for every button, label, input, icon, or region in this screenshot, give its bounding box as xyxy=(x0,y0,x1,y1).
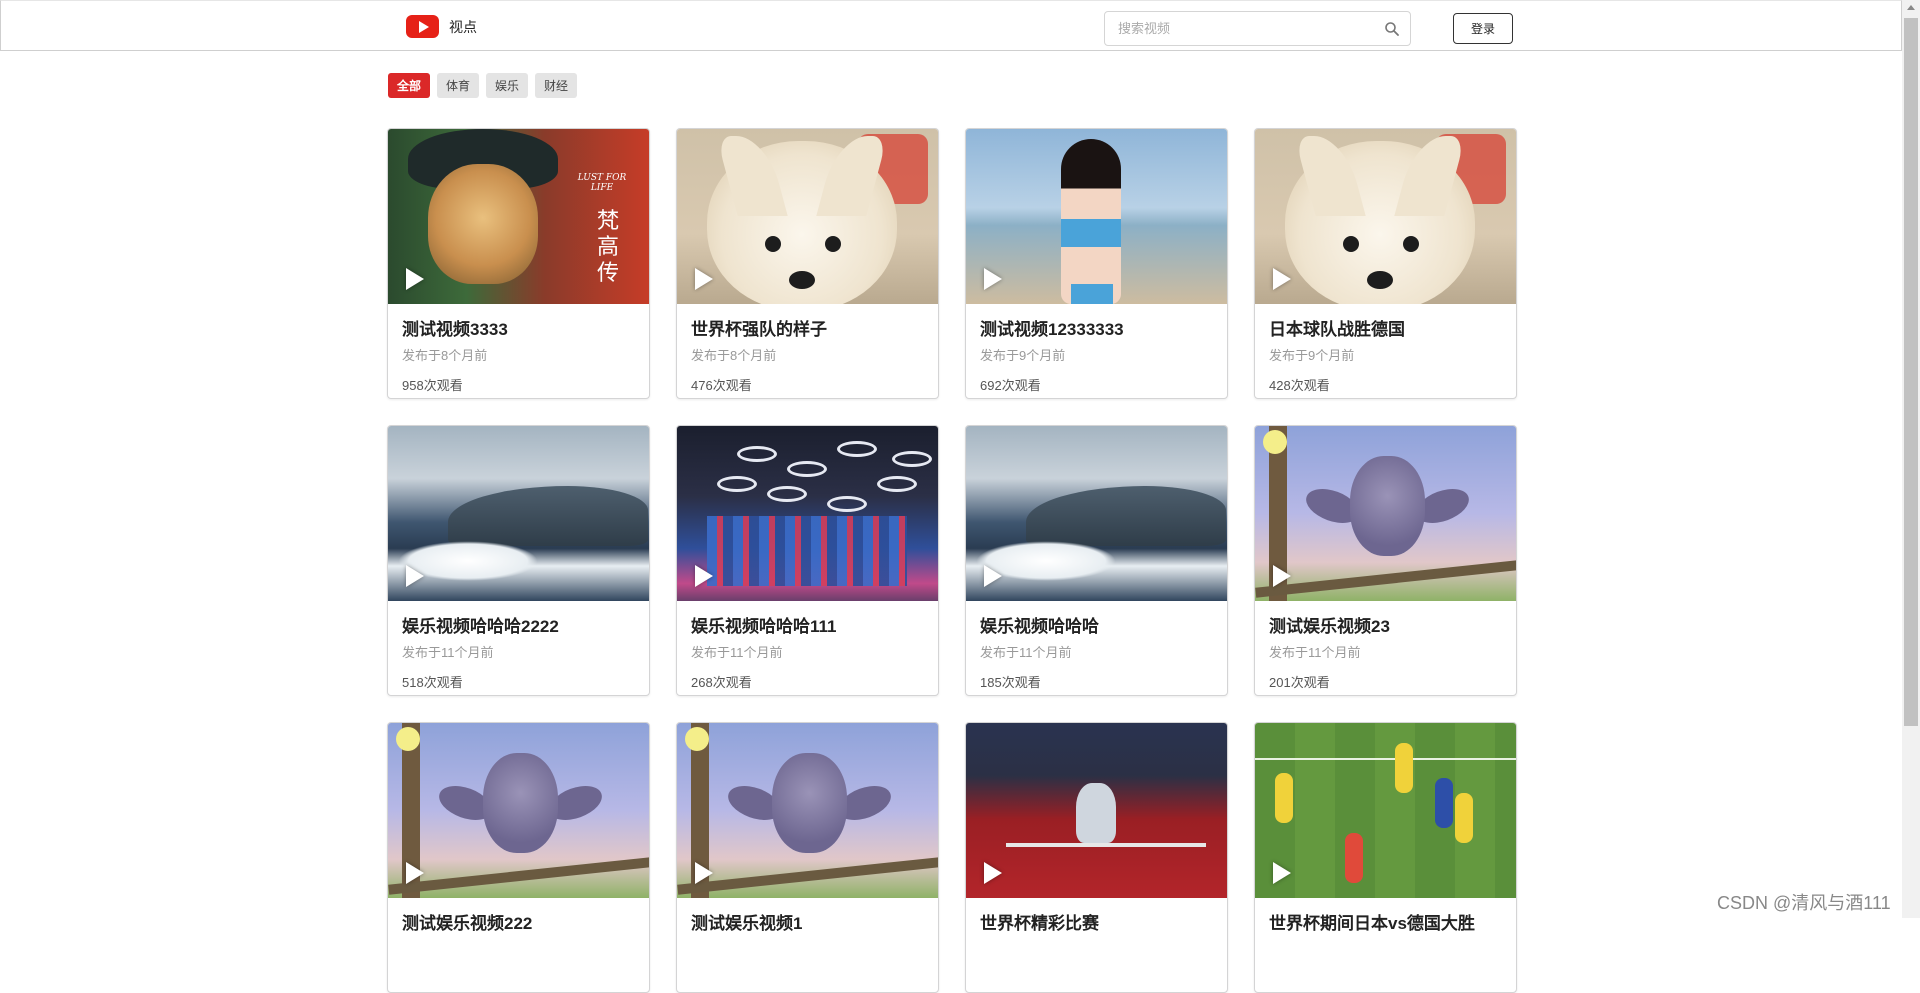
card-body: 测试娱乐视频23 发布于11个月前 201次观看 xyxy=(1255,601,1516,691)
video-thumbnail[interactable] xyxy=(677,129,938,304)
play-icon[interactable] xyxy=(695,268,713,290)
video-card[interactable]: 测试娱乐视频1 xyxy=(676,722,939,993)
video-grid: LUST FOR LIFE 梵高传 测试视频3333 发布于8个月前 958次观看 世界杯… xyxy=(387,128,1517,993)
video-card[interactable]: 测试娱乐视频222 xyxy=(387,722,650,993)
video-title[interactable]: 娱乐视频哈哈哈 xyxy=(980,612,1213,637)
video-thumbnail[interactable]: LUST FOR LIFE 梵高传 xyxy=(388,129,649,304)
video-published-time: 发布于11个月前 xyxy=(980,645,1072,660)
video-view-count: 268次观看 xyxy=(691,675,752,690)
video-published-time: 发布于9个月前 xyxy=(980,348,1066,363)
video-thumbnail[interactable] xyxy=(1255,129,1516,304)
video-thumbnail[interactable] xyxy=(1255,723,1516,898)
site-brand[interactable]: 视点 xyxy=(449,17,477,37)
video-title[interactable]: 世界杯期间日本vs德国大胜 xyxy=(1269,909,1502,934)
search-input[interactable] xyxy=(1105,12,1375,45)
card-body: 测试视频3333 发布于8个月前 958次观看 xyxy=(388,304,649,394)
card-body: 测试娱乐视频222 xyxy=(388,898,649,934)
login-button[interactable]: 登录 xyxy=(1453,13,1513,44)
video-title[interactable]: 测试娱乐视频1 xyxy=(691,909,924,934)
video-view-count: 185次观看 xyxy=(980,675,1041,690)
play-icon[interactable] xyxy=(695,862,713,884)
scroll-up-icon[interactable] xyxy=(1907,5,1915,10)
video-thumbnail[interactable] xyxy=(388,426,649,601)
play-icon[interactable] xyxy=(1273,565,1291,587)
card-body: 娱乐视频哈哈哈111 发布于11个月前 268次观看 xyxy=(677,601,938,691)
video-card[interactable]: 世界杯期间日本vs德国大胜 xyxy=(1254,722,1517,993)
video-card[interactable]: 测试视频12333333 发布于9个月前 692次观看 xyxy=(965,128,1228,399)
video-thumbnail[interactable] xyxy=(1255,426,1516,601)
video-title[interactable]: 测试视频12333333 xyxy=(980,315,1213,340)
card-body: 娱乐视频哈哈哈2222 发布于11个月前 518次观看 xyxy=(388,601,649,691)
video-published-time: 发布于11个月前 xyxy=(691,645,783,660)
video-title[interactable]: 世界杯强队的样子 xyxy=(691,315,924,340)
video-card[interactable]: LUST FOR LIFE 梵高传测试视频3333 发布于8个月前 958次观看 xyxy=(387,128,650,399)
video-published-time: 发布于9个月前 xyxy=(1269,348,1355,363)
video-view-count: 428次观看 xyxy=(1269,378,1330,393)
card-body: 测试娱乐视频1 xyxy=(677,898,938,934)
video-thumbnail[interactable] xyxy=(677,426,938,601)
play-icon[interactable] xyxy=(984,862,1002,884)
cover-chinese-title: 梵高传 xyxy=(597,209,620,286)
scrollbar-thumb[interactable] xyxy=(1904,18,1918,726)
play-icon[interactable] xyxy=(406,565,424,587)
video-view-count: 692次观看 xyxy=(980,378,1041,393)
tab-0[interactable]: 全部 xyxy=(388,73,431,98)
video-card[interactable]: 娱乐视频哈哈哈2222 发布于11个月前 518次观看 xyxy=(387,425,650,696)
card-body: 世界杯精彩比赛 xyxy=(966,898,1227,934)
video-card[interactable]: 世界杯精彩比赛 xyxy=(965,722,1228,993)
video-title[interactable]: 世界杯精彩比赛 xyxy=(980,909,1213,934)
play-icon[interactable] xyxy=(406,862,424,884)
video-thumbnail[interactable] xyxy=(966,426,1227,601)
video-view-count: 518次观看 xyxy=(402,675,463,690)
video-thumbnail[interactable] xyxy=(388,723,649,898)
video-title[interactable]: 日本球队战胜德国 xyxy=(1269,315,1502,340)
card-body: 测试视频12333333 发布于9个月前 692次观看 xyxy=(966,304,1227,394)
search-box xyxy=(1104,11,1411,46)
video-title[interactable]: 娱乐视频哈哈哈2222 xyxy=(402,612,635,637)
video-title[interactable]: 测试娱乐视频222 xyxy=(402,909,635,934)
tab-2[interactable]: 娱乐 xyxy=(486,73,529,98)
video-thumbnail[interactable] xyxy=(966,129,1227,304)
video-view-count: 958次观看 xyxy=(402,378,463,393)
play-icon[interactable] xyxy=(1273,268,1291,290)
video-title[interactable]: 娱乐视频哈哈哈111 xyxy=(691,612,924,637)
page-scrollbar[interactable] xyxy=(1902,0,1920,918)
card-body: 世界杯强队的样子发布于8个月前 476次观看 xyxy=(677,304,938,394)
play-icon[interactable] xyxy=(984,268,1002,290)
play-logo-icon[interactable] xyxy=(406,15,439,38)
play-icon[interactable] xyxy=(695,565,713,587)
video-card[interactable]: 世界杯强队的样子发布于8个月前 476次观看 xyxy=(676,128,939,399)
video-card[interactable]: 日本球队战胜德国发布于9个月前 428次观看 xyxy=(1254,128,1517,399)
video-view-count: 476次观看 xyxy=(691,378,752,393)
watermark-text: CSDN @清风与酒111 xyxy=(1717,893,1891,913)
video-card[interactable]: 娱乐视频哈哈哈发布于11个月前 185次观看 xyxy=(965,425,1228,696)
search-icon[interactable] xyxy=(1384,21,1400,37)
cover-english-title: LUST FOR LIFE xyxy=(577,173,627,193)
video-title[interactable]: 测试娱乐视频23 xyxy=(1269,612,1502,637)
video-published-time: 发布于11个月前 xyxy=(402,645,494,660)
category-tabs: 全部 体育 娱乐 财经 xyxy=(388,73,578,98)
video-published-time: 发布于8个月前 xyxy=(691,348,777,363)
video-published-time: 发布于8个月前 xyxy=(402,348,488,363)
play-icon[interactable] xyxy=(406,268,424,290)
card-body: 日本球队战胜德国发布于9个月前 428次观看 xyxy=(1255,304,1516,394)
card-body: 娱乐视频哈哈哈发布于11个月前 185次观看 xyxy=(966,601,1227,691)
tab-1[interactable]: 体育 xyxy=(437,73,480,98)
video-view-count: 201次观看 xyxy=(1269,675,1330,690)
video-title[interactable]: 测试视频3333 xyxy=(402,315,635,340)
video-card[interactable]: 测试娱乐视频23 发布于11个月前 201次观看 xyxy=(1254,425,1517,696)
play-icon[interactable] xyxy=(984,565,1002,587)
tab-3[interactable]: 财经 xyxy=(535,73,578,98)
video-card[interactable]: 娱乐视频哈哈哈111 发布于11个月前 268次观看 xyxy=(676,425,939,696)
video-thumbnail[interactable] xyxy=(966,723,1227,898)
card-body: 世界杯期间日本vs德国大胜 xyxy=(1255,898,1516,934)
video-published-time: 发布于11个月前 xyxy=(1269,645,1361,660)
top-header: 视点 登录 xyxy=(0,0,1902,51)
video-thumbnail[interactable] xyxy=(677,723,938,898)
play-icon[interactable] xyxy=(1273,862,1291,884)
